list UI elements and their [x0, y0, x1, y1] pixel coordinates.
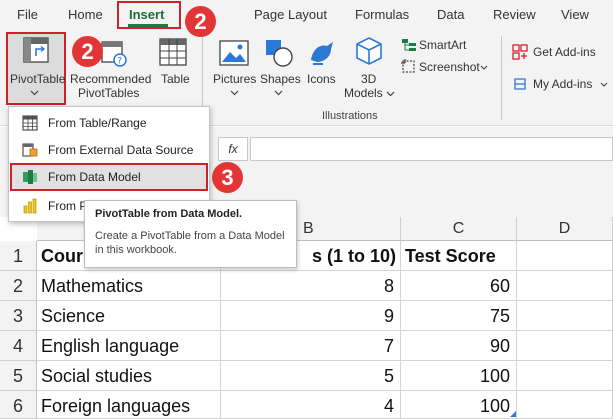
cell-b5[interactable]: 5 [221, 361, 401, 391]
smartart-button[interactable]: SmartArt [419, 38, 466, 53]
tab-page-layout[interactable]: Page Layout [254, 7, 327, 22]
cell-c5[interactable]: 100 [401, 361, 517, 391]
row-header-2[interactable]: 2 [0, 271, 37, 301]
cell-a2[interactable]: Mathematics [37, 271, 221, 301]
cell-d2[interactable] [517, 271, 613, 301]
tab-file[interactable]: File [17, 7, 38, 22]
shapes-icon [266, 40, 293, 67]
cell-b2[interactable]: 8 [221, 271, 401, 301]
table-range-icon [22, 115, 38, 131]
get-addins-button[interactable]: Get Add-ins [533, 45, 596, 60]
column-header-c[interactable]: C [401, 217, 517, 241]
formula-input[interactable] [250, 137, 613, 161]
illustrations-group-label: Illustrations [322, 110, 378, 122]
pictures-button[interactable]: Pictures [213, 72, 256, 87]
step-badge-data-model: 3 [212, 162, 243, 193]
pivot-tables-label[interactable]: PivotTables [78, 86, 139, 101]
ribbon-separator [501, 36, 502, 120]
get-addins-icon [512, 44, 528, 60]
fill-handle-icon[interactable] [510, 411, 516, 417]
shapes-button[interactable]: Shapes [260, 72, 301, 87]
my-addins-icon [514, 78, 526, 90]
cell-a5[interactable]: Social studies [37, 361, 221, 391]
pictures-icon [219, 40, 249, 66]
cell-a3[interactable]: Science [37, 301, 221, 331]
row-header-6[interactable]: 6 [0, 391, 37, 419]
cell-c4[interactable]: 90 [401, 331, 517, 361]
icons-icon [311, 42, 333, 65]
tooltip: PivotTable from Data Model. Create a Piv… [84, 200, 297, 268]
insert-function-button[interactable]: fx [218, 137, 248, 161]
table-button[interactable]: Table [161, 72, 190, 87]
screenshot-button[interactable]: Screenshot [419, 60, 480, 75]
menu-item-from-table-range[interactable]: From Table/Range [10, 110, 208, 136]
tab-view[interactable]: View [561, 7, 589, 22]
screenshot-icon [401, 59, 415, 73]
chevron-down-icon [386, 91, 395, 97]
chevron-down-icon [480, 65, 488, 70]
column-header-d[interactable]: D [517, 217, 613, 241]
cell-d5[interactable] [517, 361, 613, 391]
cell-c1[interactable]: Test Score [401, 241, 517, 271]
chevron-down-icon [600, 82, 608, 87]
cell-b6[interactable]: 4 [221, 391, 401, 419]
external-source-icon [22, 143, 38, 157]
tab-review[interactable]: Review [493, 7, 536, 22]
cell-b4[interactable]: 7 [221, 331, 401, 361]
row-header-3[interactable]: 3 [0, 301, 37, 331]
step-badge-pivot: 2 [72, 36, 103, 67]
models-label[interactable]: Models [344, 86, 383, 101]
svg-text:?: ? [117, 57, 122, 67]
ribbon-tab-bar: File Home Insert Page Layout Formulas Da… [0, 0, 613, 30]
recommended-pivot-icon: ? [101, 41, 127, 67]
tooltip-title: PivotTable from Data Model. [95, 208, 243, 220]
icons-button[interactable]: Icons [307, 72, 336, 87]
cell-a4[interactable]: English language [37, 331, 221, 361]
cell-d3[interactable] [517, 301, 613, 331]
tab-data[interactable]: Data [437, 7, 464, 22]
pivot-table-label: PivotTable [10, 72, 66, 86]
row-header-1[interactable]: 1 [0, 241, 37, 271]
row-header-4[interactable]: 4 [0, 331, 37, 361]
insert-tab-highlight [117, 1, 181, 29]
cell-d6[interactable] [517, 391, 613, 419]
menu-item-from-external-source[interactable]: From External Data Source [10, 137, 208, 163]
cell-d4[interactable] [517, 331, 613, 361]
chevron-down-icon [230, 90, 239, 96]
cell-c6[interactable]: 100 [401, 391, 517, 419]
cell-d1[interactable] [517, 241, 613, 271]
data-model-highlight [10, 163, 208, 191]
my-addins-button[interactable]: My Add-ins [533, 77, 592, 92]
smartart-icon [402, 39, 416, 51]
tooltip-body: Create a PivotTable from a Data Model in… [95, 230, 285, 256]
step-badge-insert: 2 [185, 6, 216, 37]
row-header-5[interactable]: 5 [0, 361, 37, 391]
cell-c2[interactable]: 60 [401, 271, 517, 301]
pivot-table-icon [23, 37, 49, 63]
models-3d-label[interactable]: 3D [361, 72, 376, 87]
tab-home[interactable]: Home [68, 7, 103, 22]
cube-3d-icon [356, 37, 382, 65]
power-bi-icon [23, 198, 37, 214]
cell-c3[interactable]: 75 [401, 301, 517, 331]
chevron-down-icon [30, 90, 39, 96]
table-icon [159, 38, 187, 66]
tab-formulas[interactable]: Formulas [355, 7, 409, 22]
recommended-label[interactable]: Recommended [70, 72, 151, 87]
cell-a6[interactable]: Foreign languages [37, 391, 221, 419]
cell-b3[interactable]: 9 [221, 301, 401, 331]
chevron-down-icon [274, 90, 283, 96]
